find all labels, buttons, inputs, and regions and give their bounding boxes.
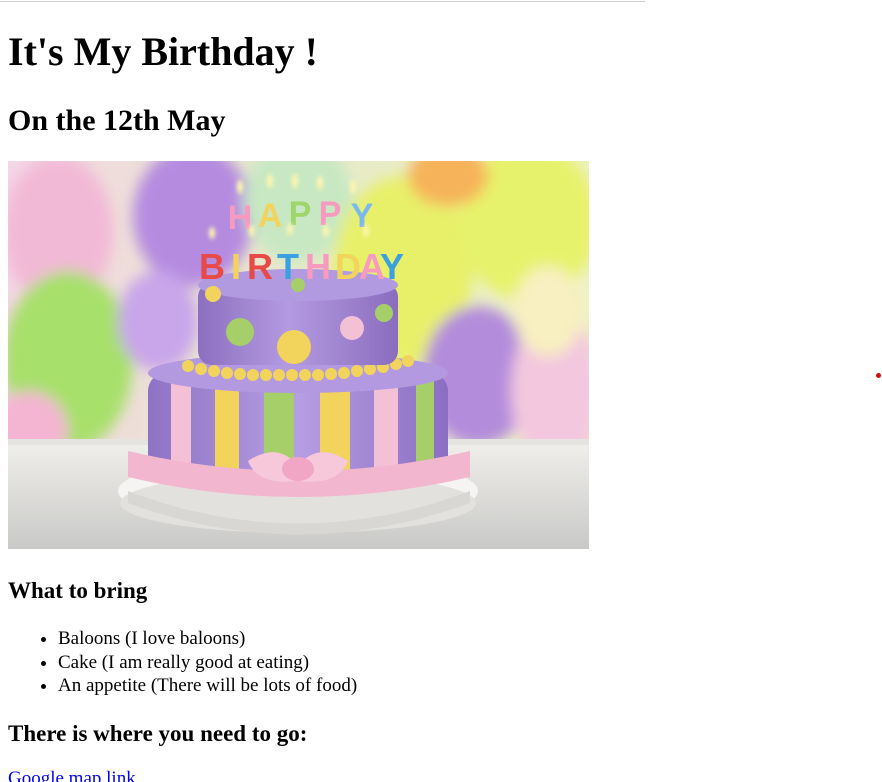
svg-text:A: A xyxy=(258,197,283,235)
svg-text:D: D xyxy=(335,246,361,287)
location-heading: There is where you need to go: xyxy=(8,721,308,746)
page-title: It's My Birthday ! xyxy=(8,29,318,74)
list-item: An appetite (There will be lots of food) xyxy=(58,674,357,698)
svg-text:I: I xyxy=(231,246,241,287)
svg-text:B: B xyxy=(199,246,225,287)
list-item: Cake (I am really good at eating) xyxy=(58,651,357,675)
bring-heading: What to bring xyxy=(8,578,148,603)
bring-list: Baloons (I love baloons) Cake (I am real… xyxy=(8,627,357,698)
cursor-dot-icon xyxy=(876,373,881,378)
birthday-cake-image: H A P P Y B I R T H D A Y xyxy=(8,161,589,549)
svg-text:H: H xyxy=(228,199,253,237)
svg-text:Y: Y xyxy=(351,197,374,235)
page-subtitle: On the 12th May xyxy=(8,104,226,137)
page: It's My Birthday ! On the 12th May H A P… xyxy=(0,0,882,782)
list-item: Baloons (I love baloons) xyxy=(58,627,357,651)
svg-text:H: H xyxy=(305,246,331,287)
svg-text:Y: Y xyxy=(380,246,404,287)
google-map-link[interactable]: Google map link xyxy=(8,767,136,782)
svg-text:R: R xyxy=(247,246,273,287)
top-divider xyxy=(0,1,645,2)
svg-text:P: P xyxy=(319,195,342,233)
svg-text:T: T xyxy=(277,246,299,287)
